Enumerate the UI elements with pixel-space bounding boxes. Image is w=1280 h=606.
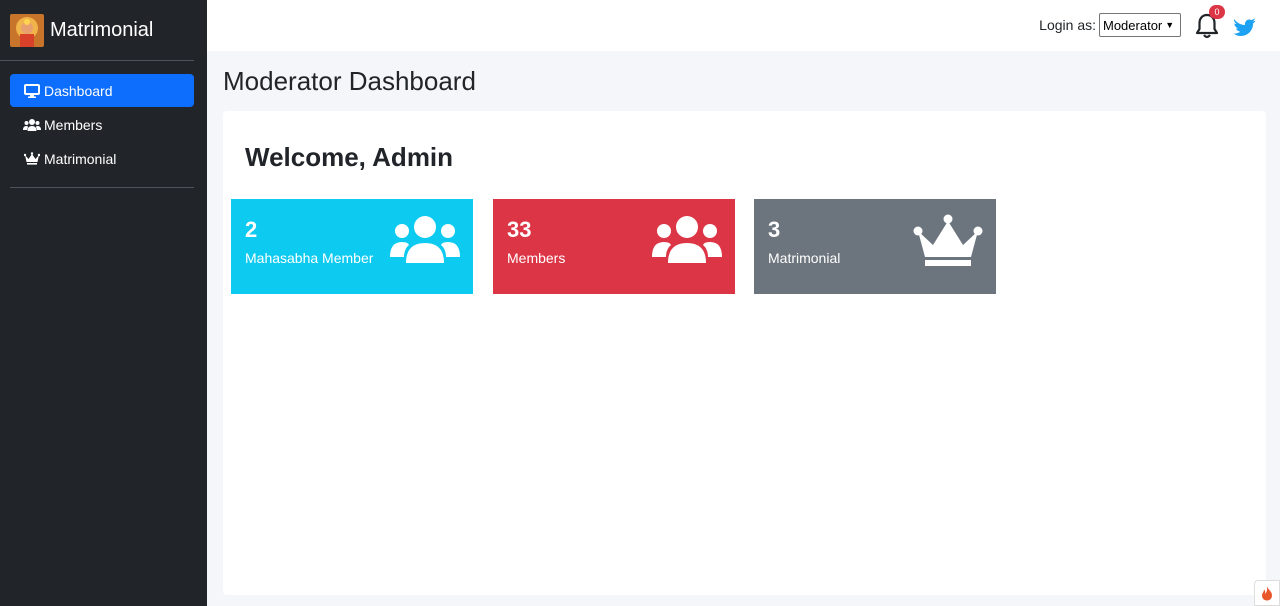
flame-icon[interactable] (1254, 580, 1280, 606)
sidebar-divider (10, 187, 194, 188)
desktop-icon (23, 83, 41, 98)
twitter-icon[interactable] (1231, 12, 1258, 38)
sidebar-item-dashboard[interactable]: Dashboard (10, 74, 194, 107)
page-title: Moderator Dashboard (223, 66, 476, 96)
stat-box-matrimonial[interactable]: 3 Matrimonial (754, 199, 996, 294)
sidebar: Matrimonial Dashboard Members Matrimonia… (0, 0, 207, 606)
sidebar-item-members[interactable]: Members (10, 108, 194, 141)
crown-icon (23, 152, 41, 166)
notification-badge: 0 (1209, 5, 1225, 19)
sidebar-item-label: Dashboard (44, 82, 113, 99)
stat-value: 2 (245, 217, 258, 242)
sidebar-item-matrimonial[interactable]: Matrimonial (10, 142, 194, 175)
login-role-value: Moderator (1103, 17, 1163, 33)
brand-name: Matrimonial (50, 18, 154, 41)
deity-logo-icon (10, 13, 44, 47)
stat-label: Matrimonial (768, 250, 841, 266)
sidebar-item-label: Members (44, 116, 103, 133)
brand[interactable]: Matrimonial (0, 0, 194, 61)
top-navbar: Login as: Moderator ▼ 0 (207, 0, 1280, 51)
users-icon (23, 118, 41, 132)
dashboard-card: Welcome, Admin 2 Mahasabha Member 33 Mem… (223, 111, 1266, 595)
stat-value: 33 (507, 217, 532, 242)
users-icon (652, 213, 722, 270)
chevron-down-icon: ▼ (1165, 20, 1175, 30)
crown-icon (913, 213, 983, 272)
login-role-select[interactable]: Moderator ▼ (1099, 13, 1181, 37)
stat-label: Mahasabha Member (245, 250, 374, 266)
stat-box-mahasabha-member[interactable]: 2 Mahasabha Member (231, 199, 473, 294)
stat-box-members[interactable]: 33 Members (493, 199, 735, 294)
stat-label: Members (507, 250, 566, 266)
login-as-label: Login as: (1039, 17, 1096, 33)
stat-value: 3 (768, 217, 781, 242)
welcome-heading: Welcome, Admin (245, 142, 454, 172)
sidebar-item-label: Matrimonial (44, 150, 117, 167)
users-icon (390, 213, 460, 270)
sidebar-nav: Dashboard Members Matrimonial (0, 61, 207, 175)
